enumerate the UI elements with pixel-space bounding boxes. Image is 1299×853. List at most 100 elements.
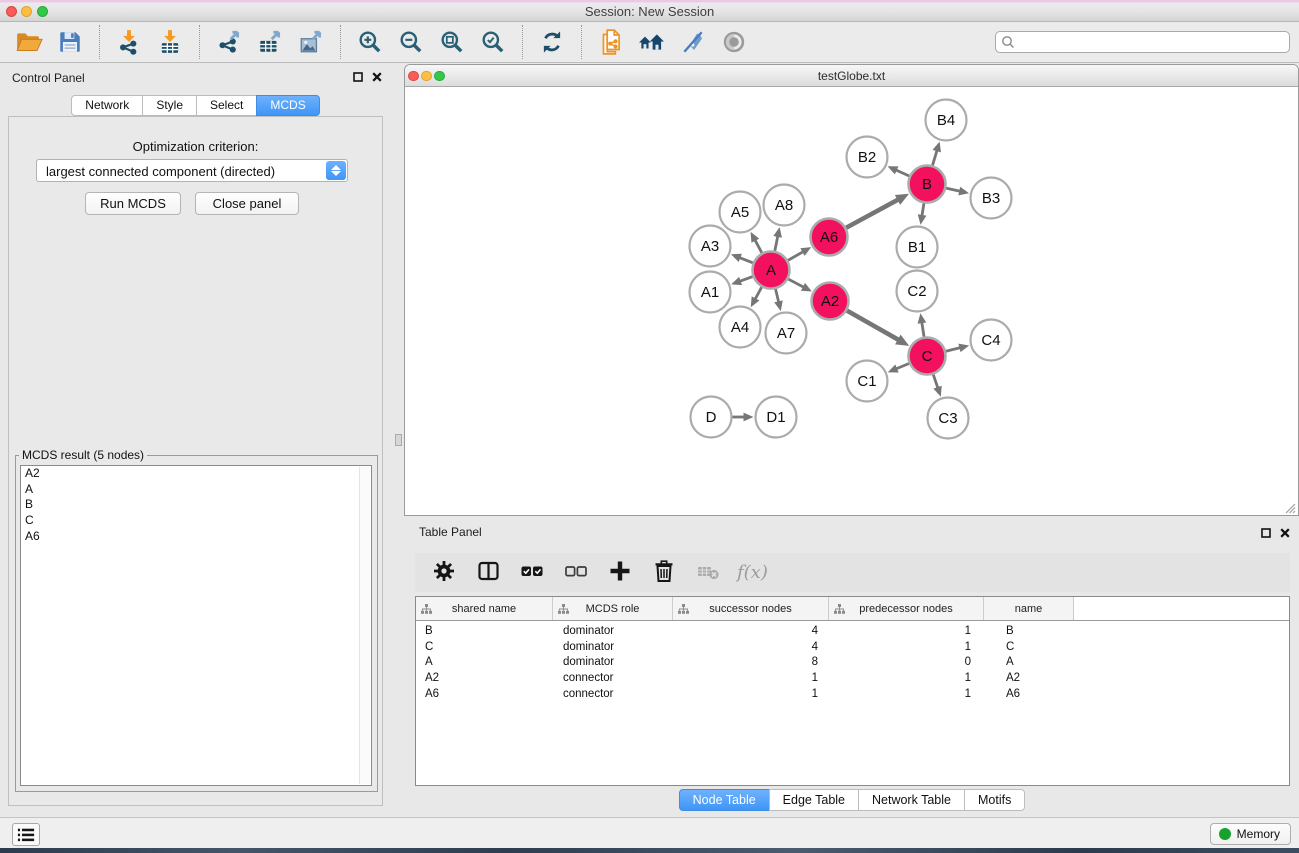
table-cell[interactable]: 4 — [673, 625, 829, 637]
window-resize-grip[interactable] — [1284, 501, 1296, 513]
table-cell[interactable]: A — [984, 656, 1074, 668]
run-mcds-button[interactable]: Run MCDS — [85, 192, 181, 215]
tab-node-table[interactable]: Node Table — [679, 789, 770, 811]
network-canvas[interactable]: B4B2BB3A8A5A6A3B1AC2A1A2A4A7C4CC1DD1C3 — [405, 87, 1298, 515]
table-cell[interactable]: dominator — [553, 641, 673, 653]
delete-row-button[interactable] — [649, 558, 679, 588]
graph-edge[interactable] — [775, 235, 778, 251]
tab-network[interactable]: Network — [71, 95, 143, 116]
table-cell[interactable]: 1 — [829, 688, 984, 700]
tab-motifs[interactable]: Motifs — [964, 789, 1025, 811]
graph-edge[interactable] — [739, 277, 753, 282]
table-cell[interactable]: 1 — [829, 625, 984, 637]
graph-edge[interactable] — [788, 279, 805, 288]
tab-network-table[interactable]: Network Table — [858, 789, 965, 811]
add-row-button[interactable] — [605, 558, 635, 588]
task-history-button[interactable] — [12, 823, 40, 846]
column-header-shared-name[interactable]: shared name — [416, 597, 553, 620]
table-cell[interactable]: B — [416, 625, 553, 637]
deselect-all-button[interactable] — [561, 558, 591, 588]
tab-style[interactable]: Style — [142, 95, 197, 116]
save-session-button[interactable] — [54, 26, 86, 58]
table-cell[interactable]: A6 — [416, 688, 553, 700]
table-cell[interactable]: 8 — [673, 656, 829, 668]
graph-edge[interactable] — [755, 287, 762, 300]
table-cell[interactable]: 1 — [829, 641, 984, 653]
search-input[interactable] — [995, 31, 1290, 53]
table-cell[interactable]: 1 — [673, 672, 829, 684]
mcds-result-item[interactable]: A — [21, 482, 371, 498]
mcds-result-item[interactable]: B — [21, 497, 371, 513]
close-panel-button[interactable]: Close panel — [195, 192, 299, 215]
tab-select[interactable]: Select — [196, 95, 257, 116]
import-network-button[interactable] — [113, 26, 145, 58]
show-graphics-details-button[interactable] — [718, 26, 750, 58]
tab-edge-table[interactable]: Edge Table — [769, 789, 859, 811]
close-panel-icon[interactable] — [372, 72, 382, 82]
graph-edge[interactable] — [788, 251, 804, 260]
split-view-button[interactable] — [473, 558, 503, 588]
cytoscape-home-button[interactable] — [636, 26, 668, 58]
graph-edge[interactable] — [738, 257, 752, 263]
graph-edge[interactable] — [922, 321, 924, 337]
zoom-in-button[interactable] — [354, 26, 386, 58]
function-builder-button[interactable]: f(x) — [737, 562, 768, 583]
table-cell[interactable]: A2 — [416, 672, 553, 684]
copy-network-button[interactable] — [595, 26, 627, 58]
column-header-MCDS-role[interactable]: MCDS role — [553, 597, 673, 620]
table-cell[interactable]: 1 — [829, 672, 984, 684]
open-file-button[interactable] — [13, 26, 45, 58]
close-table-panel-icon[interactable] — [1280, 528, 1290, 538]
mcds-result-item[interactable]: C — [21, 513, 371, 529]
tab-mcds[interactable]: MCDS — [256, 95, 319, 116]
table-cell[interactable]: C — [984, 641, 1074, 653]
table-cell[interactable]: B — [984, 625, 1074, 637]
settings-gear-button[interactable] — [429, 558, 459, 588]
table-row[interactable]: Cdominator41C — [416, 639, 1289, 655]
table-row[interactable]: A6connector11A6 — [416, 686, 1289, 702]
table-row[interactable]: A2connector11A2 — [416, 670, 1289, 686]
zoom-out-button[interactable] — [395, 26, 427, 58]
graph-edge[interactable] — [776, 289, 779, 303]
optimization-select[interactable]: largest connected component (directed) — [36, 159, 348, 182]
import-table-button[interactable] — [154, 26, 186, 58]
table-cell[interactable]: A2 — [984, 672, 1074, 684]
graph-edge[interactable] — [754, 239, 761, 253]
refresh-layout-button[interactable] — [536, 26, 568, 58]
column-header-predecessor-nodes[interactable]: predecessor nodes — [829, 597, 984, 620]
table-cell[interactable]: connector — [553, 672, 673, 684]
table-cell[interactable]: A6 — [984, 688, 1074, 700]
graph-edge[interactable] — [946, 347, 961, 351]
table-cell[interactable]: A — [416, 656, 553, 668]
graph-edge[interactable] — [895, 364, 909, 370]
table-cell[interactable]: 0 — [829, 656, 984, 668]
table-cell[interactable]: dominator — [553, 656, 673, 668]
graph-edge[interactable] — [895, 170, 909, 176]
table-cell[interactable]: C — [416, 641, 553, 653]
memory-button[interactable]: Memory — [1210, 823, 1291, 845]
select-all-button[interactable] — [517, 558, 547, 588]
column-header-successor-nodes[interactable]: successor nodes — [673, 597, 829, 620]
mcds-list-scrollbar[interactable] — [359, 467, 370, 784]
zoom-fit-button[interactable] — [436, 26, 468, 58]
annotation-pen-button[interactable] — [677, 26, 709, 58]
table-cell[interactable]: dominator — [553, 625, 673, 637]
graph-edge[interactable] — [933, 149, 938, 165]
graph-edge[interactable] — [846, 199, 899, 228]
table-row[interactable]: Bdominator41B — [416, 623, 1289, 639]
mcds-result-item[interactable]: A2 — [21, 466, 371, 482]
table-cell[interactable]: connector — [553, 688, 673, 700]
export-table-button[interactable] — [254, 26, 286, 58]
graph-edge[interactable] — [946, 188, 961, 191]
panel-splitter-handle[interactable] — [395, 434, 402, 446]
table-cell[interactable]: 4 — [673, 641, 829, 653]
export-network-button[interactable] — [213, 26, 245, 58]
float-table-panel-icon[interactable] — [1261, 528, 1271, 538]
export-image-button[interactable] — [295, 26, 327, 58]
graph-edge[interactable] — [922, 203, 924, 217]
mcds-result-item[interactable]: A6 — [21, 529, 371, 545]
graph-edge[interactable] — [933, 374, 938, 389]
mcds-result-list[interactable]: A2ABCA6 — [20, 465, 372, 786]
column-header-name[interactable]: name — [984, 597, 1074, 620]
delete-table-button[interactable] — [693, 558, 723, 588]
